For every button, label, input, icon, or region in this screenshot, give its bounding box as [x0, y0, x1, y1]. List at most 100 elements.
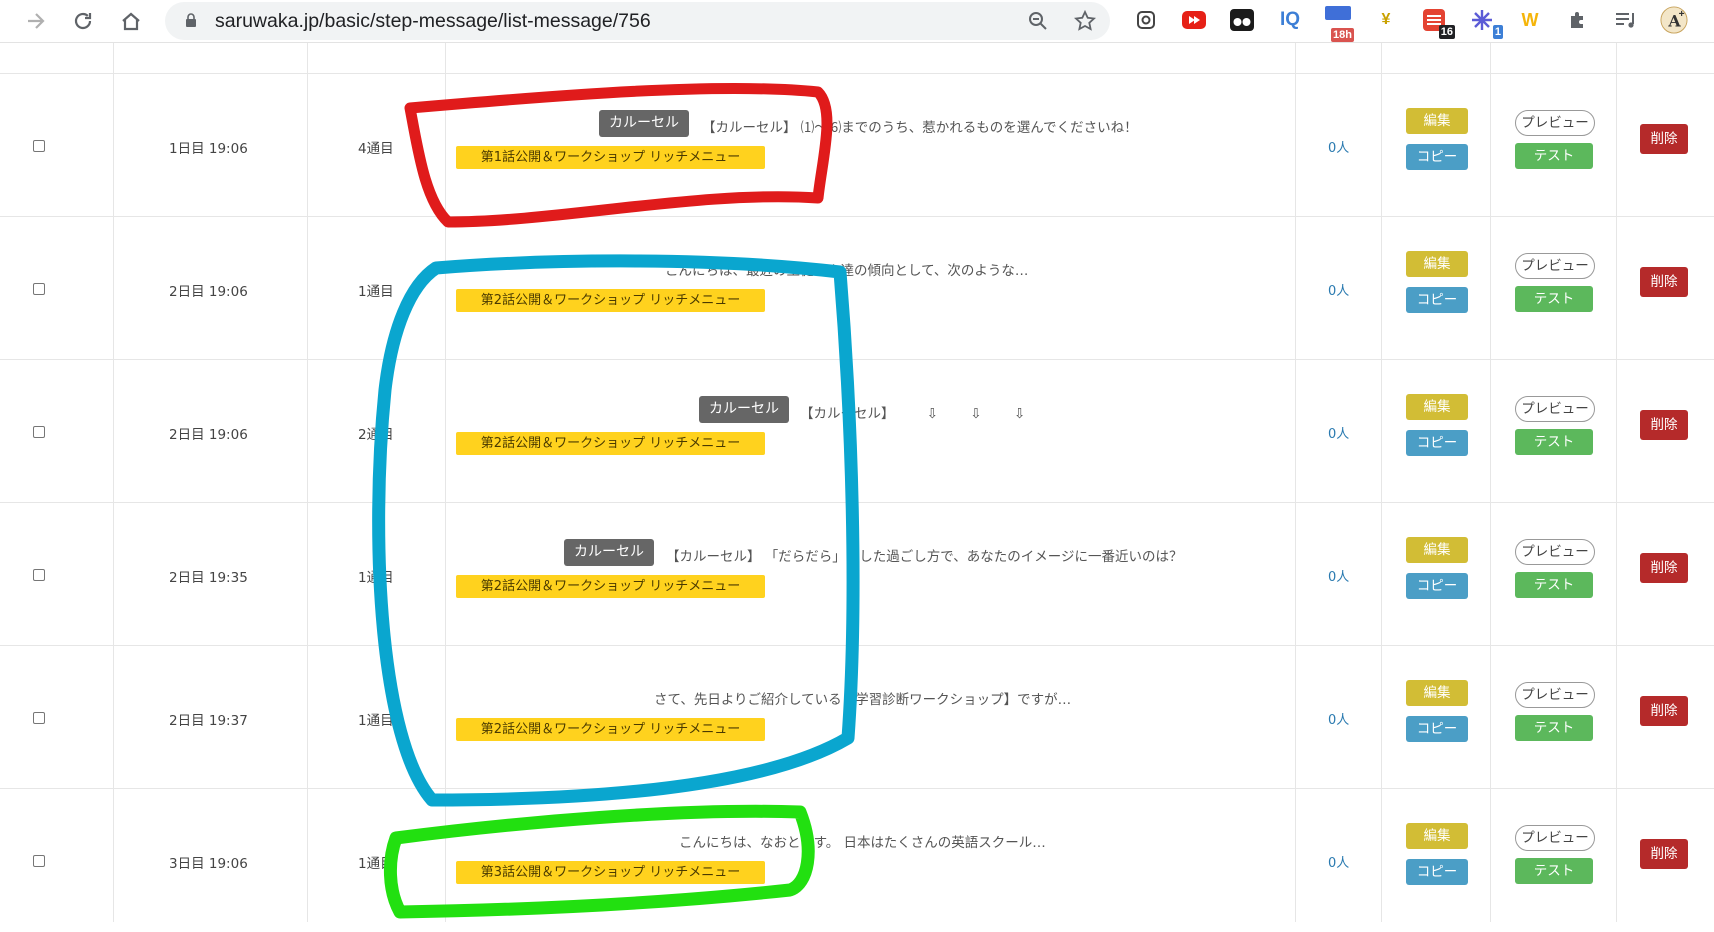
- timer-badge: 18h: [1331, 28, 1354, 42]
- row-select-checkbox[interactable]: [33, 569, 45, 581]
- recipient-count: 0人: [1328, 141, 1350, 156]
- todoist-ext-icon[interactable]: 16: [1420, 6, 1455, 39]
- send-day-time: 2日目 19:06: [169, 284, 248, 300]
- test-button[interactable]: テスト: [1515, 429, 1593, 455]
- home-icon[interactable]: [116, 6, 146, 36]
- edit-button[interactable]: 編集: [1406, 680, 1468, 706]
- table-row: 3日目 19:06 1通目 こんにちは、なおとです。 日本はたくさんの英語スクー…: [0, 788, 1714, 932]
- extensions-puzzle-icon[interactable]: [1564, 6, 1592, 34]
- row-select-checkbox[interactable]: [33, 712, 45, 724]
- message-preview[interactable]: こんにちは、最近の生徒さん達の傾向として、次のような…: [665, 259, 1028, 279]
- media-control-icon[interactable]: [1612, 6, 1640, 34]
- yen-ext-icon[interactable]: ¥: [1372, 6, 1400, 34]
- recipient-count: 0人: [1328, 570, 1350, 585]
- recipient-count: 0人: [1328, 713, 1350, 728]
- edit-button[interactable]: 編集: [1406, 394, 1468, 420]
- sparkle-ext-icon[interactable]: 1: [1468, 6, 1503, 39]
- forward-icon[interactable]: [21, 6, 51, 36]
- preview-button[interactable]: プレビュー: [1515, 396, 1595, 422]
- test-button[interactable]: テスト: [1515, 858, 1593, 884]
- send-day-time: 2日目 19:37: [169, 713, 248, 729]
- delete-button[interactable]: 削除: [1640, 267, 1688, 297]
- table-row: 2日目 19:37 1通目 さて、先日よりご紹介している【学習診断ワークショップ…: [0, 645, 1714, 789]
- delete-button[interactable]: 削除: [1640, 410, 1688, 440]
- rich-menu-tag: 第3話公開＆ワークショップ リッチメニュー: [456, 861, 765, 884]
- zoom-icon[interactable]: [1023, 6, 1053, 36]
- step-message-table: 1日目 19:06 4通目 カルーセル 【カルーセル】 ⑴〜⑹までのうち、惹かれ…: [0, 43, 1714, 922]
- send-day-time: 2日目 19:06: [169, 427, 248, 443]
- lock-icon: [186, 13, 196, 27]
- carousel-badge: カルーセル: [599, 110, 689, 137]
- copy-button[interactable]: コピー: [1406, 859, 1468, 885]
- recipient-count: 0人: [1328, 427, 1350, 442]
- copy-button[interactable]: コピー: [1406, 430, 1468, 456]
- rich-menu-tag: 第1話公開＆ワークショップ リッチメニュー: [456, 146, 765, 169]
- w-ext-icon[interactable]: W: [1516, 6, 1544, 34]
- recipient-count: 0人: [1328, 284, 1350, 299]
- delete-button[interactable]: 削除: [1640, 696, 1688, 726]
- row-select-checkbox[interactable]: [33, 140, 45, 152]
- send-day-time: 2日目 19:35: [169, 570, 248, 586]
- url-text: saruwaka.jp/basic/step-message/list-mess…: [215, 10, 651, 32]
- test-button[interactable]: テスト: [1515, 572, 1593, 598]
- message-preview[interactable]: 【カルーセル】 ⇩ ⇩ ⇩: [800, 402, 1025, 422]
- rich-menu-tag: 第2話公開＆ワークショップ リッチメニュー: [456, 432, 765, 455]
- svg-text:+: +: [1679, 9, 1685, 20]
- todoist-badge: 16: [1438, 25, 1455, 39]
- row-select-checkbox[interactable]: [33, 855, 45, 867]
- browser-toolbar: saruwaka.jp/basic/step-message/list-mess…: [0, 0, 1714, 43]
- table-row: 2日目 19:06 2通目 カルーセル 【カルーセル】 ⇩ ⇩ ⇩ 第2話公開＆…: [0, 359, 1714, 503]
- table-row: 2日目 19:35 1通目 カルーセル 【カルーセル】 「だらだら」とした過ごし…: [0, 502, 1714, 646]
- iq-ext-icon[interactable]: IQ: [1276, 6, 1304, 34]
- send-day-time: 3日目 19:06: [169, 856, 248, 872]
- preview-button[interactable]: プレビュー: [1515, 253, 1595, 279]
- timer-ext-icon[interactable]: 18h: [1324, 6, 1354, 42]
- copy-button[interactable]: コピー: [1406, 573, 1468, 599]
- message-number: 1通目: [358, 856, 394, 872]
- edit-button[interactable]: 編集: [1406, 823, 1468, 849]
- recipient-count: 0人: [1328, 856, 1350, 871]
- message-number: 2通目: [358, 427, 394, 443]
- preview-button[interactable]: プレビュー: [1515, 682, 1595, 708]
- row-select-checkbox[interactable]: [33, 426, 45, 438]
- rich-menu-tag: 第2話公開＆ワークショップ リッチメニュー: [456, 289, 765, 312]
- table-row: 2日目 19:06 1通目 こんにちは、最近の生徒さん達の傾向として、次のような…: [0, 216, 1714, 360]
- message-preview[interactable]: 【カルーセル】 ⑴〜⑹までのうち、惹かれるものを選んでくださいね！: [702, 116, 1138, 136]
- copy-button[interactable]: コピー: [1406, 287, 1468, 313]
- send-day-time: 1日目 19:06: [169, 141, 248, 157]
- message-preview[interactable]: さて、先日よりご紹介している【学習診断ワークショップ】ですが…: [654, 688, 1071, 708]
- address-bar[interactable]: saruwaka.jp/basic/step-message/list-mess…: [165, 2, 1110, 40]
- profile-avatar-icon[interactable]: A +: [1660, 6, 1688, 34]
- copy-button[interactable]: コピー: [1406, 144, 1468, 170]
- row-select-checkbox[interactable]: [33, 283, 45, 295]
- reload-icon[interactable]: [68, 6, 98, 36]
- delete-button[interactable]: 削除: [1640, 839, 1688, 869]
- edit-button[interactable]: 編集: [1406, 108, 1468, 134]
- screen-capture-icon[interactable]: [1132, 6, 1160, 34]
- delete-button[interactable]: 削除: [1640, 553, 1688, 583]
- message-number: 1通目: [358, 570, 394, 586]
- edit-button[interactable]: 編集: [1406, 537, 1468, 563]
- message-preview[interactable]: こんにちは、なおとです。 日本はたくさんの英語スクール…: [679, 831, 1046, 851]
- preview-button[interactable]: プレビュー: [1515, 539, 1595, 565]
- message-number: 1通目: [358, 284, 394, 300]
- preview-button[interactable]: プレビュー: [1515, 110, 1595, 136]
- delete-button[interactable]: 削除: [1640, 124, 1688, 154]
- table-row: 1日目 19:06 4通目 カルーセル 【カルーセル】 ⑴〜⑹までのうち、惹かれ…: [0, 73, 1714, 217]
- bookmark-star-icon[interactable]: [1070, 6, 1100, 36]
- copy-button[interactable]: コピー: [1406, 716, 1468, 742]
- test-button[interactable]: テスト: [1515, 715, 1593, 741]
- message-number: 1通目: [358, 713, 394, 729]
- rich-menu-tag: 第2話公開＆ワークショップ リッチメニュー: [456, 575, 765, 598]
- test-button[interactable]: テスト: [1515, 143, 1593, 169]
- test-button[interactable]: テスト: [1515, 286, 1593, 312]
- carousel-badge: カルーセル: [564, 539, 654, 566]
- carousel-badge: カルーセル: [699, 396, 789, 423]
- preview-button[interactable]: プレビュー: [1515, 825, 1595, 851]
- edit-button[interactable]: 編集: [1406, 251, 1468, 277]
- glasses-ext-icon[interactable]: [1228, 6, 1256, 34]
- sparkle-badge: 1: [1492, 25, 1503, 39]
- message-number: 4通目: [358, 141, 394, 157]
- message-preview[interactable]: 【カルーセル】 「だらだら」とした過ごし方で、あなたのイメージに一番近いのは？: [666, 545, 1182, 565]
- youtube-ext-icon[interactable]: [1180, 6, 1208, 34]
